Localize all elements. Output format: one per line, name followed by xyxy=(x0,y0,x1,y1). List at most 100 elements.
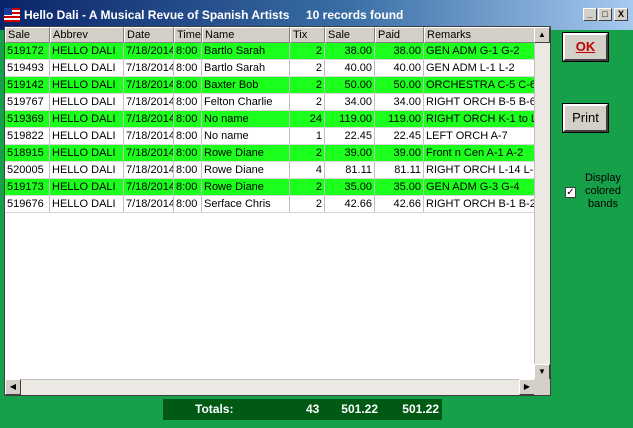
arrow-left-icon[interactable]: ◀ xyxy=(5,379,21,395)
cell-abbrev: HELLO DALI xyxy=(50,145,124,162)
table-row[interactable]: 519369HELLO DALI7/18/20148:00 pNo name24… xyxy=(5,111,535,128)
table-row[interactable]: 519676HELLO DALI7/18/20148:00 pSerface C… xyxy=(5,196,535,213)
column-header-sale-amount[interactable]: Sale xyxy=(325,27,375,43)
cell-remarks: RIGHT ORCH B-1 B-2 xyxy=(424,196,535,213)
cell-tix: 2 xyxy=(290,94,325,111)
table-row[interactable]: 519822HELLO DALI7/18/20148:00 pNo name12… xyxy=(5,128,535,145)
cell-remarks: GEN ADM L-1 L-2 xyxy=(424,60,535,77)
totals-label: Totals: xyxy=(195,402,234,416)
vertical-scrollbar[interactable]: ▲ ▼ xyxy=(534,27,550,380)
table-row[interactable]: 519173HELLO DALI7/18/20148:00 pRowe Dian… xyxy=(5,179,535,196)
cell-name: Rowe Diane xyxy=(202,162,290,179)
table-row[interactable]: 519142HELLO DALI7/18/20148:00 pBaxter Bo… xyxy=(5,77,535,94)
cell-paid: 34.00 xyxy=(375,94,424,111)
window-title: Hello Dali - A Musical Revue of Spanish … xyxy=(24,8,290,22)
cell-date: 7/18/2014 xyxy=(124,162,174,179)
totals-bar: Totals: 43 501.22 501.22 xyxy=(163,399,442,420)
arrow-up-icon[interactable]: ▲ xyxy=(534,27,550,43)
cell-sale: 519173 xyxy=(5,179,50,196)
cell-name: No name xyxy=(202,111,290,128)
cell-abbrev: HELLO DALI xyxy=(50,128,124,145)
cell-abbrev: HELLO DALI xyxy=(50,43,124,60)
cell-sale: 519142 xyxy=(5,77,50,94)
ok-button[interactable]: OK xyxy=(562,32,609,62)
cell-paid: 42.66 xyxy=(375,196,424,213)
column-header-time[interactable]: Time xyxy=(174,27,202,43)
cell-paid: 39.00 xyxy=(375,145,424,162)
cell-name: Bartlo Sarah xyxy=(202,43,290,60)
cell-time: 8:00 p xyxy=(174,43,202,60)
cell-sale-amount: 81.11 xyxy=(325,162,375,179)
cell-name: No name xyxy=(202,128,290,145)
cell-tix: 2 xyxy=(290,196,325,213)
display-colored-bands-label: Display colored bands xyxy=(584,172,622,210)
arrow-right-icon[interactable]: ▶ xyxy=(519,379,535,395)
cell-sale-amount: 119.00 xyxy=(325,111,375,128)
grid-header: Sale Abbrev Date Time Name Tix Sale Paid… xyxy=(5,27,535,43)
cell-sale: 518915 xyxy=(5,145,50,162)
cell-time: 8:00 p xyxy=(174,94,202,111)
cell-time: 8:00 p xyxy=(174,60,202,77)
cell-sale-amount: 50.00 xyxy=(325,77,375,94)
close-icon: X xyxy=(617,9,624,19)
cell-sale-amount: 39.00 xyxy=(325,145,375,162)
cell-abbrev: HELLO DALI xyxy=(50,60,124,77)
cell-name: Baxter Bob xyxy=(202,77,290,94)
cell-date: 7/18/2014 xyxy=(124,111,174,128)
column-header-date[interactable]: Date xyxy=(124,27,174,43)
table-row[interactable]: 518915HELLO DALI7/18/20148:00 pRowe Dian… xyxy=(5,145,535,162)
cell-remarks: ORCHESTRA C-5 C-6 xyxy=(424,77,535,94)
cell-sale-amount: 34.00 xyxy=(325,94,375,111)
horizontal-scrollbar[interactable]: ◀ ▶ xyxy=(5,379,535,395)
cell-tix: 2 xyxy=(290,60,325,77)
print-button[interactable]: Print xyxy=(562,103,609,133)
cell-date: 7/18/2014 xyxy=(124,196,174,213)
cell-sale: 519172 xyxy=(5,43,50,60)
display-colored-bands-checkbox[interactable]: ✓ xyxy=(565,187,576,198)
cell-remarks: GEN ADM G-1 G-2 xyxy=(424,43,535,60)
cell-paid: 35.00 xyxy=(375,179,424,196)
table-row[interactable]: 519172HELLO DALI7/18/20148:00 pBartlo Sa… xyxy=(5,43,535,60)
cell-tix: 2 xyxy=(290,179,325,196)
sales-grid[interactable]: Sale Abbrev Date Time Name Tix Sale Paid… xyxy=(4,26,551,396)
table-row[interactable]: 519767HELLO DALI7/18/20148:00 pFelton Ch… xyxy=(5,94,535,111)
us-flag-icon xyxy=(4,8,20,22)
cell-sale-amount: 40.00 xyxy=(325,60,375,77)
minimize-button[interactable]: _ xyxy=(583,8,597,21)
cell-date: 7/18/2014 xyxy=(124,77,174,94)
cell-time: 8:00 p xyxy=(174,145,202,162)
table-row[interactable]: 519493HELLO DALI7/18/20148:00 pBartlo Sa… xyxy=(5,60,535,77)
cell-remarks: RIGHT ORCH B-5 B-6 xyxy=(424,94,535,111)
cell-sale-amount: 38.00 xyxy=(325,43,375,60)
cell-name: Felton Charlie xyxy=(202,94,290,111)
arrow-down-icon[interactable]: ▼ xyxy=(534,364,550,380)
cell-paid: 119.00 xyxy=(375,111,424,128)
cell-time: 8:00 p xyxy=(174,111,202,128)
column-header-paid[interactable]: Paid xyxy=(375,27,424,43)
maximize-button[interactable]: □ xyxy=(598,8,612,21)
column-header-remarks[interactable]: Remarks xyxy=(424,27,535,43)
cell-remarks: LEFT ORCH A-7 xyxy=(424,128,535,145)
cell-time: 8:00 p xyxy=(174,196,202,213)
cell-paid: 38.00 xyxy=(375,43,424,60)
close-button[interactable]: X xyxy=(614,8,628,21)
cell-sale: 519493 xyxy=(5,60,50,77)
cell-date: 7/18/2014 xyxy=(124,43,174,60)
column-header-tix[interactable]: Tix xyxy=(290,27,325,43)
cell-sale: 519676 xyxy=(5,196,50,213)
cell-paid: 40.00 xyxy=(375,60,424,77)
table-row[interactable]: 520005HELLO DALI7/18/20148:00 pRowe Dian… xyxy=(5,162,535,179)
column-header-abbrev[interactable]: Abbrev xyxy=(50,27,124,43)
record-count: 10 records found xyxy=(306,8,404,22)
maximize-icon: □ xyxy=(602,9,608,19)
totals-sale: 501.22 xyxy=(341,402,378,416)
column-header-name[interactable]: Name xyxy=(202,27,290,43)
cell-remarks: Front n Cen A-1 A-2 xyxy=(424,145,535,162)
scrollbar-corner xyxy=(534,379,550,395)
cell-abbrev: HELLO DALI xyxy=(50,111,124,128)
cell-date: 7/18/2014 xyxy=(124,145,174,162)
column-header-sale[interactable]: Sale xyxy=(5,27,50,43)
cell-sale: 520005 xyxy=(5,162,50,179)
grid-rows: 519172HELLO DALI7/18/20148:00 pBartlo Sa… xyxy=(5,43,535,213)
cell-date: 7/18/2014 xyxy=(124,128,174,145)
